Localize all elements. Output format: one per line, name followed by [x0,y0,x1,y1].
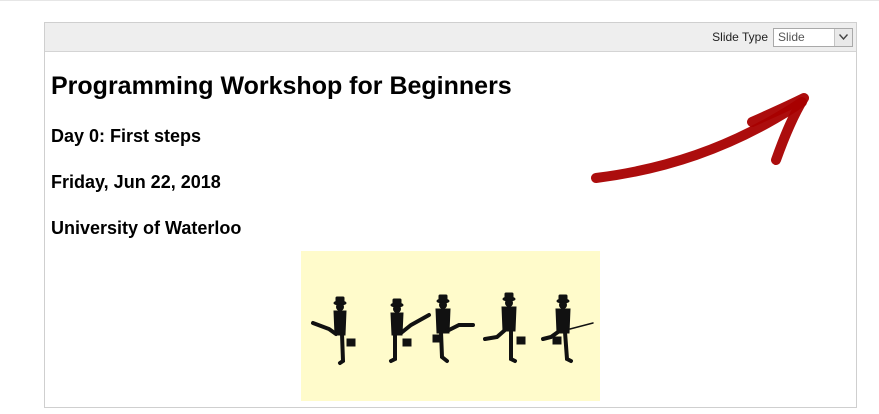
cell-toolbar: Slide Type Slide [45,23,856,52]
walker-figure [311,296,356,365]
slide-type-value: Slide [778,30,805,44]
slide-date: Friday, Jun 22, 2018 [51,172,221,192]
slide-type-label: Slide Type [712,30,768,44]
slide-day: Day 0: First steps [51,126,202,146]
walker-figure [389,298,431,363]
chevron-down-icon[interactable] [834,28,852,46]
walker-figure [483,292,526,363]
walker-figure [541,294,594,363]
walker-figure [432,294,475,363]
top-divider [0,0,879,1]
silly-walk-figures [311,292,594,365]
slide-institution: University of Waterloo [51,218,242,238]
hand-drawn-arrow-icon [591,93,809,183]
silly-walk-image [301,251,600,401]
slide-cell[interactable]: Slide Type Slide Programming Workshop fo… [44,22,857,408]
slide-type-select[interactable]: Slide [773,27,853,47]
slide-title: Programming Workshop for Beginners [51,72,512,100]
